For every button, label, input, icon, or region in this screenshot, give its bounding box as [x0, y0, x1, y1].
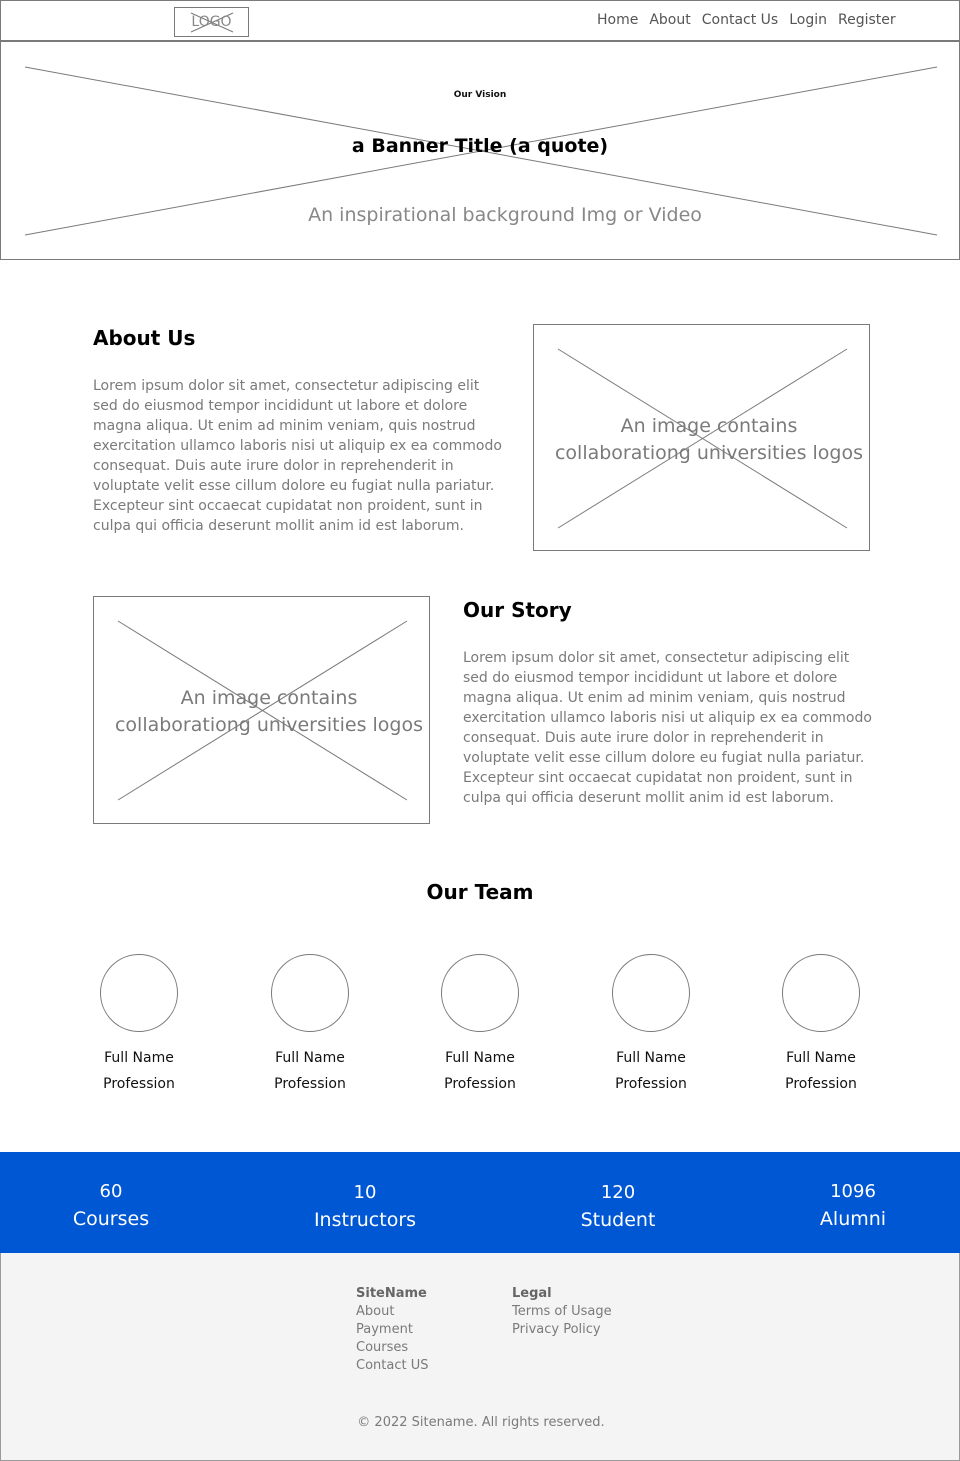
- copyright: © 2022 Sitename. All rights reserved.: [357, 1415, 605, 1430]
- nav-about[interactable]: About: [649, 12, 690, 28]
- about-image-caption: An image contains collaborationg univers…: [554, 415, 864, 464]
- avatar: [441, 954, 519, 1032]
- member-name: Full Name: [275, 1050, 345, 1066]
- stat-label: Instructors: [313, 1209, 417, 1231]
- member-name: Full Name: [445, 1050, 515, 1066]
- story-title: Our Story: [463, 598, 572, 622]
- member-name: Full Name: [786, 1050, 856, 1066]
- team-member: Full Name Profession: [250, 954, 370, 1097]
- avatar: [782, 954, 860, 1032]
- footer-link-about[interactable]: About: [356, 1303, 428, 1321]
- story-image-placeholder: An image contains collaborationg univers…: [93, 596, 430, 824]
- main-nav: Home About Contact Us Login Register: [597, 12, 907, 28]
- footer-link-payment[interactable]: Payment: [356, 1321, 428, 1339]
- hero-banner: Our Vision a Banner Title (a quote) An i…: [0, 42, 960, 260]
- stat-courses: 60 Courses: [11, 1179, 211, 1233]
- footer-link-courses[interactable]: Courses: [356, 1339, 428, 1357]
- avatar: [271, 954, 349, 1032]
- stat-value: 120: [600, 1182, 636, 1203]
- member-profession: Profession: [785, 1076, 857, 1092]
- nav-register[interactable]: Register: [838, 12, 896, 28]
- member-name: Full Name: [616, 1050, 686, 1066]
- footer-heading: SiteName: [356, 1286, 427, 1301]
- footer-col-legal: Legal Terms of Usage Privacy Policy: [512, 1285, 612, 1339]
- logo-text: LOGO: [191, 14, 232, 30]
- team-title: Our Team: [426, 880, 534, 904]
- footer-link-terms[interactable]: Terms of Usage: [512, 1303, 612, 1321]
- about-text: Lorem ipsum dolor sit amet, consectetur …: [93, 378, 502, 534]
- stat-student: 120 Student: [518, 1180, 718, 1234]
- team-member: Full Name Profession: [420, 954, 540, 1097]
- banner-subtitle: An inspirational background Img or Video: [308, 204, 702, 226]
- team-member: Full Name Profession: [591, 954, 711, 1097]
- stat-instructors: 10 Instructors: [265, 1180, 465, 1234]
- stat-label: Student: [580, 1209, 656, 1231]
- member-profession: Profession: [103, 1076, 175, 1092]
- site-footer: SiteName About Payment Courses Contact U…: [0, 1253, 960, 1461]
- footer-link-contact[interactable]: Contact US: [356, 1357, 428, 1375]
- member-name: Full Name: [104, 1050, 174, 1066]
- footer-col-sitename: SiteName About Payment Courses Contact U…: [356, 1285, 428, 1375]
- nav-contact-us[interactable]: Contact Us: [702, 12, 778, 28]
- member-profession: Profession: [444, 1076, 516, 1092]
- story-image-caption: An image contains collaborationg univers…: [114, 687, 424, 736]
- stat-label: Alumni: [819, 1208, 887, 1230]
- banner-eyebrow: Our Vision: [453, 90, 507, 100]
- site-header: LOGO Home About Contact Us Login Registe…: [0, 0, 960, 42]
- nav-login[interactable]: Login: [789, 12, 827, 28]
- stat-value: 60: [99, 1181, 123, 1202]
- team-member: Full Name Profession: [79, 954, 199, 1097]
- member-profession: Profession: [274, 1076, 346, 1092]
- footer-link-privacy[interactable]: Privacy Policy: [512, 1321, 612, 1339]
- avatar: [612, 954, 690, 1032]
- nav-home[interactable]: Home: [597, 12, 638, 28]
- team-member: Full Name Profession: [761, 954, 881, 1097]
- stat-alumni: 1096 Alumni: [753, 1179, 953, 1233]
- stats-band: 60 Courses 10 Instructors 120 Student 10…: [0, 1152, 960, 1253]
- footer-heading: Legal: [512, 1286, 552, 1301]
- story-text: Lorem ipsum dolor sit amet, consectetur …: [463, 650, 872, 806]
- logo-placeholder[interactable]: LOGO: [174, 7, 249, 37]
- about-image-placeholder: An image contains collaborationg univers…: [533, 324, 870, 551]
- about-title: About Us: [93, 326, 196, 350]
- avatar: [100, 954, 178, 1032]
- banner-title: a Banner Title (a quote): [351, 135, 609, 157]
- stat-value: 10: [353, 1182, 377, 1203]
- stat-label: Courses: [72, 1208, 150, 1230]
- member-profession: Profession: [615, 1076, 687, 1092]
- stat-value: 1096: [830, 1181, 876, 1202]
